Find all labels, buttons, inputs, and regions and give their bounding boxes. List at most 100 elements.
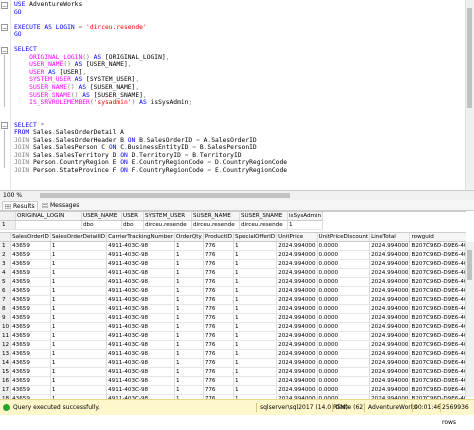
table-cell[interactable]: 4911-403C-98 — [106, 268, 175, 278]
table-cell[interactable]: B207C96D-D9E6-402B-8470-2CC176C4283 — [409, 367, 466, 377]
column-header[interactable]: SpecialOfferID — [233, 233, 278, 242]
table-cell[interactable]: 0.0000 — [317, 313, 371, 323]
table-cell[interactable]: 2024.994000 — [276, 340, 318, 350]
table-cell[interactable]: 1 — [50, 376, 108, 386]
table-cell[interactable]: 1 — [233, 259, 278, 269]
table-cell[interactable]: 43659 — [10, 367, 51, 377]
code-line[interactable] — [14, 107, 287, 115]
table-cell[interactable]: 0.0000 — [317, 358, 371, 368]
table-cell[interactable]: 1 — [287, 220, 324, 230]
column-header[interactable]: OrderQty — [174, 233, 204, 242]
table-cell[interactable]: 1 — [174, 376, 204, 386]
table-cell[interactable]: 1 — [174, 268, 204, 278]
table-cell[interactable]: 2024.994000 — [369, 295, 411, 305]
table-cell[interactable]: B207C96D-D9E6-402B-8470-2CC176C4283 — [409, 250, 466, 260]
table-cell[interactable]: 1 — [233, 295, 278, 305]
table-cell[interactable]: 43659 — [10, 313, 51, 323]
code-line[interactable] — [14, 39, 287, 47]
table-cell[interactable]: 1 — [174, 304, 204, 314]
table-cell[interactable]: 776 — [203, 385, 235, 395]
table-cell[interactable]: 0.0000 — [317, 340, 371, 350]
row-number[interactable]: 13 — [0, 349, 12, 359]
table-cell[interactable]: 776 — [203, 376, 235, 386]
collapse-icon[interactable]: − — [1, 24, 8, 32]
table-row[interactable]: 6 43659 1 4911-403C-98 1 776 1 2024.994000 0.000… — [0, 286, 466, 296]
table-cell[interactable]: 0.0000 — [317, 349, 371, 359]
table-cell[interactable]: 1 — [233, 304, 278, 314]
column-header[interactable]: SUSER_NAME — [191, 212, 240, 221]
table-cell[interactable]: 1 — [174, 277, 204, 287]
column-header[interactable]: isSysAdmin — [287, 212, 324, 221]
table-cell[interactable]: 1 — [233, 367, 278, 377]
table-cell[interactable]: 43659 — [10, 286, 51, 296]
table-cell[interactable]: 2024.994000 — [276, 304, 318, 314]
table-cell[interactable]: 776 — [203, 340, 235, 350]
table-cell[interactable]: B207C96D-D9E6-402B-8470-2CC176C4283 — [409, 385, 466, 395]
table-row[interactable]: 11 43659 1 4911-403C-98 1 776 1 2024.994000 0.00… — [0, 331, 466, 341]
table-cell[interactable]: 4911-403C-98 — [106, 304, 175, 314]
table-row[interactable]: 5 43659 1 4911-403C-98 1 776 1 2024.994000 0.000… — [0, 277, 466, 287]
table-cell[interactable]: 0.0000 — [317, 295, 371, 305]
column-header[interactable]: ProductID — [203, 233, 235, 242]
code-line[interactable]: FROM Sales.SalesOrderDetail A — [14, 129, 287, 137]
table-cell[interactable]: dirceu.resende — [191, 220, 240, 230]
table-cell[interactable]: 2024.994000 — [276, 250, 318, 260]
table-cell[interactable]: 1 — [174, 385, 204, 395]
table-cell[interactable]: 1 — [50, 304, 108, 314]
column-header[interactable]: SUSER_SNAME — [239, 212, 288, 221]
table-cell[interactable]: 2024.994000 — [276, 367, 318, 377]
table-cell[interactable]: 2024.994000 — [276, 277, 318, 287]
table-cell[interactable]: 2024.994000 — [369, 349, 411, 359]
table-cell[interactable]: 776 — [203, 322, 235, 332]
table-cell[interactable]: 1 — [50, 286, 108, 296]
code-line[interactable]: SELECT * — [14, 122, 287, 130]
table-cell[interactable]: B207C96D-D9E6-402B-8470-2CC176C4283 — [409, 313, 466, 323]
table-cell[interactable]: 2024.994000 — [369, 259, 411, 269]
collapse-icon[interactable]: − — [1, 122, 8, 130]
table-cell[interactable]: 2024.994000 — [276, 295, 318, 305]
table-cell[interactable]: 2024.994000 — [369, 250, 411, 260]
row-number[interactable]: 14 — [0, 358, 12, 368]
table-row[interactable]: 7 43659 1 4911-403C-98 1 776 1 2024.994000 0.000… — [0, 295, 466, 305]
sql-code[interactable]: USE AdventureWorks GO EXECUTE AS LOGIN = … — [14, 1, 287, 175]
table-cell[interactable]: 4911-403C-98 — [106, 277, 175, 287]
table-cell[interactable]: 4911-403C-98 — [106, 286, 175, 296]
table-row[interactable]: 12 43659 1 4911-403C-98 1 776 1 2024.994000 0.00… — [0, 340, 466, 350]
table-cell[interactable]: 4911-403C-98 — [106, 241, 175, 251]
table-cell[interactable]: 43659 — [10, 241, 51, 251]
table-cell[interactable]: 1 — [174, 349, 204, 359]
table-cell[interactable]: 0.0000 — [317, 259, 371, 269]
table-cell[interactable]: 1 — [50, 349, 108, 359]
table-cell[interactable]: 0.0000 — [317, 322, 371, 332]
table-cell[interactable]: 776 — [203, 259, 235, 269]
table-cell[interactable]: 1 — [174, 322, 204, 332]
row-number[interactable]: 3 — [0, 259, 12, 269]
table-cell[interactable]: 2024.994000 — [369, 331, 411, 341]
row-number[interactable]: 17 — [0, 385, 12, 395]
table-cell[interactable]: 0.0000 — [317, 376, 371, 386]
row-number[interactable]: 15 — [0, 367, 12, 377]
table-cell[interactable]: 1 — [50, 250, 108, 260]
table-cell[interactable]: 43659 — [10, 376, 51, 386]
code-line[interactable]: SUSER_NAME() AS [SUSER_NAME], — [14, 84, 287, 92]
table-cell[interactable]: 1 — [233, 286, 278, 296]
table-cell[interactable]: 0.0000 — [317, 277, 371, 287]
code-line[interactable] — [14, 16, 287, 24]
table-cell[interactable]: 776 — [203, 331, 235, 341]
table-cell[interactable]: 2024.994000 — [369, 367, 411, 377]
table-cell[interactable]: 4911-403C-98 — [106, 340, 175, 350]
table-cell[interactable]: 2024.994000 — [276, 322, 318, 332]
table-cell[interactable]: 1 — [50, 277, 108, 287]
column-header[interactable]: UnitPrice — [276, 233, 318, 242]
table-row[interactable]: 1 dbo dbo dirceu.resende dirceu.resende dirce… — [0, 220, 324, 230]
table-cell[interactable]: 1 — [50, 331, 108, 341]
code-line[interactable]: USER_NAME() AS [USER_NAME], — [14, 61, 287, 69]
row-number[interactable]: 11 — [0, 331, 12, 341]
table-cell[interactable]: 4911-403C-98 — [106, 376, 175, 386]
tab-messages[interactable]: Messages — [40, 201, 84, 210]
row-number[interactable]: 7 — [0, 295, 12, 305]
table-cell[interactable]: 1 — [50, 259, 108, 269]
table-cell[interactable]: 1 — [233, 277, 278, 287]
table-cell[interactable]: 2024.994000 — [276, 286, 318, 296]
table-cell[interactable]: 1 — [174, 358, 204, 368]
